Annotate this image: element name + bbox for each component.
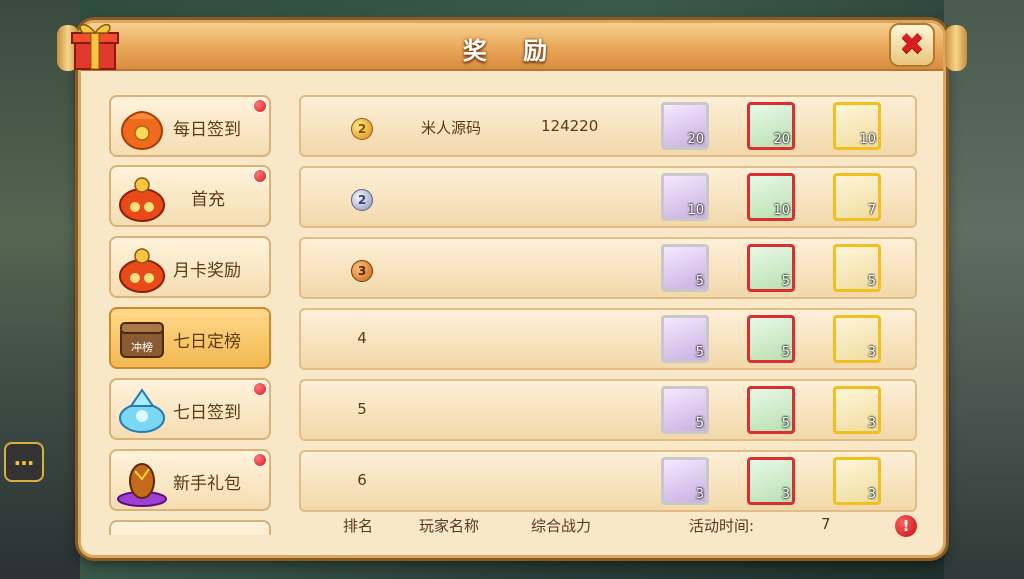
sidebar-item-seven-day-signin[interactable]: 七日签到 [109, 378, 271, 440]
chat-icon[interactable] [4, 442, 44, 482]
red-envelope-icon [121, 111, 163, 150]
ranking-list: 2 米人源码 124220 20 20 10 2 10 10 7 3 5 5 5… [299, 95, 919, 515]
purple-pouch-item-icon[interactable]: 3 [661, 457, 709, 505]
sidebar-item-label: 首充 [191, 190, 225, 210]
money-bag-icon [119, 177, 165, 222]
ranking-chest-icon: 冲榜 [120, 322, 164, 358]
sidebar-item-monthly-card[interactable]: 月卡奖励 [109, 236, 271, 298]
sidebar-item-label: 每日签到 [173, 120, 241, 140]
table-row: 2 10 10 7 [299, 166, 917, 228]
window-title: 奖 励 [462, 37, 562, 65]
sidebar-item-label: 新手礼包 [173, 474, 241, 494]
notification-badge [253, 382, 267, 396]
purple-pouch-item-icon[interactable]: 20 [661, 102, 709, 150]
sidebar-item-label: 七日定榜 [173, 332, 241, 352]
notification-badge [253, 169, 267, 183]
green-jade-item-icon[interactable]: 10 [747, 173, 795, 221]
sidebar: 每日签到 首充 月卡奖励 冲榜 七日定榜 七日签到 新手礼包 [109, 95, 273, 535]
egg-gift-icon [117, 463, 167, 507]
purple-pouch-item-icon[interactable]: 5 [661, 386, 709, 434]
table-row: 2 米人源码 124220 20 20 10 [299, 95, 917, 157]
combat-power: 124220 [541, 117, 599, 135]
blue-shell-item-icon[interactable]: 3 [833, 386, 881, 434]
sidebar-item-label: 七日签到 [173, 403, 241, 423]
green-jade-item-icon[interactable]: 5 [747, 386, 795, 434]
green-jade-item-icon[interactable]: 3 [747, 457, 795, 505]
blue-shell-item-icon[interactable]: 10 [833, 102, 881, 150]
blue-shell-item-icon[interactable]: 7 [833, 173, 881, 221]
green-jade-item-icon[interactable]: 5 [747, 315, 795, 363]
purple-pouch-item-icon[interactable]: 5 [661, 315, 709, 363]
sidebar-item-newbie-gift[interactable]: 新手礼包 [109, 449, 271, 511]
sidebar-item-first-recharge[interactable]: 首充 [109, 165, 271, 227]
power-column-header: 综合战力 [531, 517, 592, 535]
title-bar: 奖 励 ✖ [57, 23, 967, 71]
sidebar-item-daily-signin[interactable]: 每日签到 [109, 95, 271, 157]
reward-panel: 奖 励 ✖ 每日签到 首充 月卡奖励 冲榜 七日定榜 七日签到 新手礼包 2 米… [57, 20, 967, 558]
rank-medal-icon: 3 [351, 260, 373, 282]
purple-pouch-item-icon[interactable]: 5 [661, 244, 709, 292]
crystal-bag-icon [119, 388, 165, 433]
activity-time-value: 7 [821, 515, 831, 533]
green-jade-item-icon[interactable]: 20 [747, 102, 795, 150]
activity-time-label: 活动时间: [689, 517, 755, 535]
info-icon[interactable]: ! [895, 515, 917, 537]
blue-shell-item-icon[interactable]: 5 [833, 244, 881, 292]
background-scene-right [944, 0, 1024, 579]
rank-number: 4 [357, 329, 367, 347]
table-row: 6 3 3 3 [299, 450, 917, 512]
background-scene-left [0, 0, 80, 579]
player-column-header: 玩家名称 [419, 517, 480, 535]
ranking-footer: 排名 玩家名称 综合战力 活动时间: 7 ! [299, 511, 919, 541]
sidebar-item-seven-day-ranking[interactable]: 冲榜 七日定榜 [109, 307, 271, 369]
player-name: 米人源码 [421, 119, 482, 137]
notification-badge [253, 99, 267, 113]
blue-shell-item-icon[interactable]: 3 [833, 457, 881, 505]
close-icon: ✖ [899, 27, 925, 62]
table-row: 3 5 5 5 [299, 237, 917, 299]
close-button[interactable]: ✖ [889, 23, 935, 67]
purple-pouch-item-icon[interactable]: 10 [661, 173, 709, 221]
rank-number: 6 [357, 471, 367, 489]
rank-medal-icon: 2 [351, 189, 373, 211]
sidebar-item-label: 月卡奖励 [173, 261, 241, 281]
green-jade-item-icon[interactable]: 5 [747, 244, 795, 292]
rank-number: 5 [357, 400, 367, 418]
svg-text:冲榜: 冲榜 [131, 340, 153, 354]
rank-medal-icon: 2 [351, 118, 373, 140]
money-bag-icon [119, 248, 165, 293]
table-row: 4 5 5 3 [299, 308, 917, 370]
table-row: 5 5 5 3 [299, 379, 917, 441]
blue-shell-item-icon[interactable]: 3 [833, 315, 881, 363]
sidebar-item-more[interactable] [109, 520, 271, 535]
scroll-ornament-right-icon [945, 25, 967, 71]
notification-badge [253, 453, 267, 467]
rank-column-header: 排名 [343, 517, 374, 535]
